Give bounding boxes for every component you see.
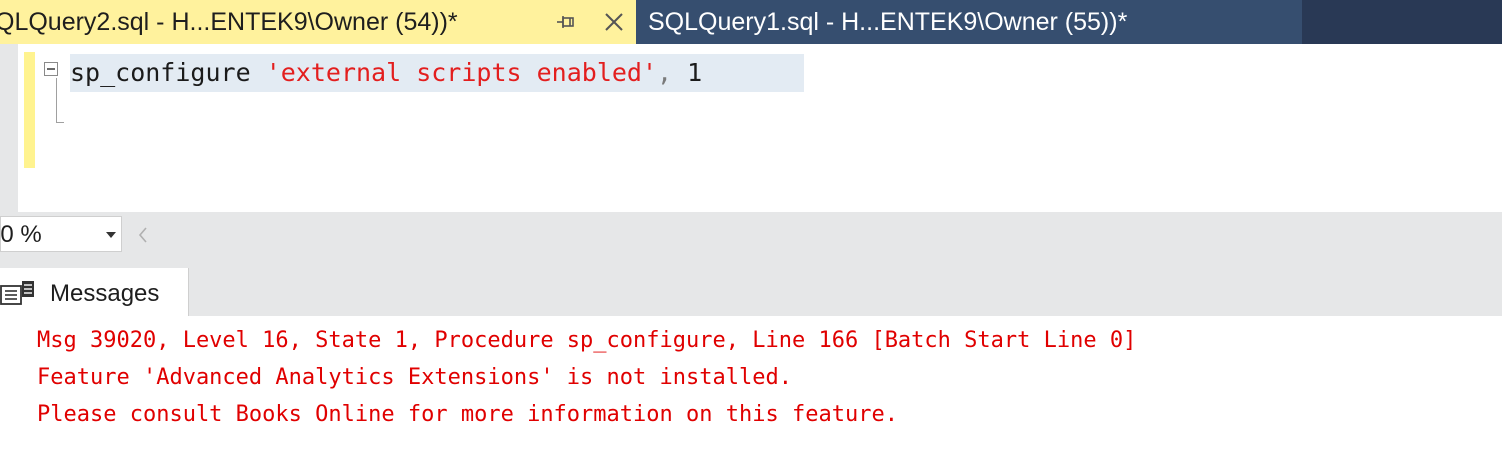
close-tab-button[interactable] (596, 4, 632, 40)
tab-title: SQLQuery1.sql - H...ENTEK9\Owner (55))* (648, 7, 1128, 36)
messages-pane[interactable]: Msg 39020, Level 16, State 1, Procedure … (0, 316, 1502, 456)
horizontal-scrollbar[interactable] (158, 222, 1498, 248)
outline-guide-end (56, 122, 64, 123)
message-line: Feature 'Advanced Analytics Extensions' … (37, 365, 792, 390)
close-icon (605, 13, 623, 31)
messages-tab-label: Messages (50, 280, 160, 307)
editor-status-bar: 00 % (0, 212, 1502, 258)
code-keyword: sp_configure (70, 58, 251, 87)
collapse-minus-icon[interactable] (44, 62, 58, 76)
message-line: Msg 39020, Level 16, State 1, Procedure … (37, 328, 1137, 353)
zoom-value: 00 % (0, 221, 42, 248)
tab-title: QLQuery2.sql - H...ENTEK9\Owner (54))* (0, 7, 458, 36)
chevron-left-icon[interactable] (138, 226, 152, 244)
code-line-1[interactable]: sp_configure 'external scripts enabled',… (70, 56, 702, 90)
tab-sqlquery2[interactable]: QLQuery2.sql - H...ENTEK9\Owner (54))* (0, 0, 636, 44)
message-line: Please consult Books Online for more inf… (37, 402, 898, 427)
chevron-down-icon[interactable] (101, 227, 121, 243)
code-separator: , (657, 58, 673, 87)
code-string-literal: 'external scripts enabled' (265, 58, 658, 87)
tab-sqlquery1[interactable]: SQLQuery1.sql - H...ENTEK9\Owner (55))* (636, 0, 1302, 44)
messages-icon (0, 280, 36, 311)
code-number: 1 (687, 58, 703, 87)
change-tracking-bar (24, 52, 35, 168)
results-tab-strip: Messages (0, 258, 1502, 316)
outline-guide (56, 78, 57, 122)
query-editor[interactable]: sp_configure 'external scripts enabled',… (0, 44, 1502, 212)
pin-icon (557, 16, 574, 28)
tabstrip-empty-area (1302, 0, 1502, 44)
pin-tab-button[interactable] (548, 4, 584, 40)
tab-messages[interactable]: Messages (0, 268, 189, 316)
zoom-dropdown[interactable]: 00 % (0, 216, 122, 252)
document-tab-strip: QLQuery2.sql - H...ENTEK9\Owner (54))* S… (0, 0, 1502, 44)
editor-selection-margin (0, 44, 18, 212)
